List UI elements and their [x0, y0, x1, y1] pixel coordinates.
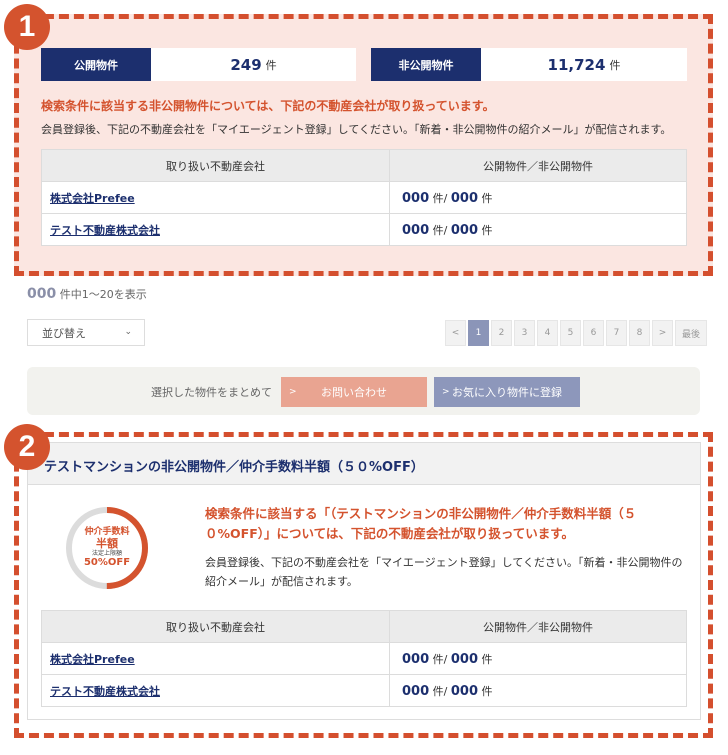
agent-link-test-realestate[interactable]: テスト不動産株式会社 — [50, 685, 160, 698]
page-4[interactable]: 4 — [537, 320, 558, 346]
private-count-cell: 000 — [450, 651, 478, 667]
page-6[interactable]: 6 — [583, 320, 604, 346]
private-label: 非公開物件 — [371, 48, 481, 81]
condition-notice-body: 会員登録後、下記の不動産会社を「マイエージェント登録」してください。「新着・非公… — [205, 556, 683, 589]
unit: 件 — [481, 652, 493, 666]
inquiry-button[interactable]: > お問い合わせ — [281, 377, 427, 407]
page-8[interactable]: 8 — [629, 320, 650, 346]
page-7[interactable]: 7 — [606, 320, 627, 346]
public-count-cell: 000 — [402, 683, 430, 699]
public-count-cell: 000 — [402, 222, 430, 238]
table-row: 株式会社Prefee 000 件/ 000 件 — [41, 181, 687, 214]
result-count-text: 件中1～20を表示 — [59, 288, 147, 301]
next-page-button[interactable]: > — [652, 320, 673, 346]
notice-heading: 検索条件に該当する非公開物件については、下記の不動産会社が取り扱っています。 — [41, 99, 495, 113]
public-count-cell: 000 — [402, 651, 430, 667]
unit: 件/ — [432, 652, 448, 666]
page-3[interactable]: 3 — [514, 320, 535, 346]
page-2[interactable]: 2 — [491, 320, 512, 346]
step-badge-2: 2 — [4, 424, 50, 470]
chevron-right-icon: > — [442, 387, 450, 397]
unit: 件/ — [432, 223, 448, 237]
bulk-action-caption: 選択した物件をまとめて — [151, 386, 272, 399]
result-count-number: 000 — [27, 286, 57, 302]
private-count-cell: 000 — [450, 683, 478, 699]
unit: 件 — [481, 191, 493, 205]
public-count-cell: 000 — [402, 190, 430, 206]
unit: 件/ — [432, 191, 448, 205]
discount-line2: 半額 — [96, 536, 118, 550]
pagination: < 1 2 3 4 5 6 7 8 > 最後 — [445, 320, 707, 346]
chevron-right-icon: > — [289, 387, 297, 397]
result-count: 000 件中1～20を表示 — [27, 286, 147, 302]
condition-notice-heading: 検索条件に該当する「（テストマンションの非公開物件／仲介手数料半額（５０%OFF… — [205, 506, 637, 541]
step-badge-1: 1 — [4, 4, 50, 50]
unit: 件 — [481, 223, 493, 237]
sort-label: 並び替え — [42, 326, 86, 340]
unit: 件 — [481, 684, 493, 698]
sort-dropdown[interactable]: 並び替え ⌄ — [27, 319, 145, 346]
last-page-button[interactable]: 最後 — [675, 320, 707, 346]
table-header-company: 取り扱い不動産会社 — [41, 610, 390, 643]
notice-body: 会員登録後、下記の不動産会社を「マイエージェント登録」してください。「新着・非公… — [41, 123, 672, 136]
private-count: 11,724 — [547, 55, 606, 74]
agent-link-prefee[interactable]: 株式会社Prefee — [50, 192, 135, 205]
private-count-cell: 000 — [450, 190, 478, 206]
table-header-row: 取り扱い不動産会社 公開物件／非公開物件 — [41, 610, 687, 643]
inquiry-label: お問い合わせ — [321, 386, 387, 399]
agent-link-prefee[interactable]: 株式会社Prefee — [50, 653, 135, 666]
table-header-row: 取り扱い不動産会社 公開物件／非公開物件 — [41, 149, 687, 182]
private-count-cell: 000 — [450, 222, 478, 238]
favorite-label: お気に入り物件に登録 — [452, 386, 562, 399]
condition-agent-table: 取り扱い不動産会社 公開物件／非公開物件 株式会社Prefee 000 件/ 0… — [41, 610, 687, 707]
discount-line4: 50%OFF — [83, 557, 131, 569]
chevron-down-icon: ⌄ — [124, 327, 132, 337]
prev-page-button[interactable]: < — [445, 320, 466, 346]
agent-link-test-realestate[interactable]: テスト不動産株式会社 — [50, 224, 160, 237]
table-row: テスト不動産株式会社 000 件/ 000 件 — [41, 674, 687, 707]
discount-badge: 仲介手数料 半額 法定上限額 50%OFF — [64, 505, 150, 591]
add-favorite-button[interactable]: > お気に入り物件に登録 — [434, 377, 580, 407]
agent-table: 取り扱い不動産会社 公開物件／非公開物件 株式会社Prefee 000 件/ 0… — [41, 149, 687, 246]
table-row: 株式会社Prefee 000 件/ 000 件 — [41, 642, 687, 675]
page-1[interactable]: 1 — [468, 320, 489, 346]
table-header-counts: 公開物件／非公開物件 — [389, 610, 687, 643]
condition-title: テストマンションの非公開物件／仲介手数料半額（５０%OFF） — [44, 460, 424, 475]
public-count-box: 公開物件 249 件 — [41, 48, 356, 81]
table-header-counts: 公開物件／非公開物件 — [389, 149, 687, 182]
unit: 件/ — [432, 684, 448, 698]
page-5[interactable]: 5 — [560, 320, 581, 346]
table-header-company: 取り扱い不動産会社 — [41, 149, 390, 182]
public-count: 249 — [230, 55, 262, 74]
discount-line3: 法定上限額 — [91, 549, 122, 557]
bulk-action-bar: 選択した物件をまとめて > お問い合わせ > お気に入り物件に登録 — [27, 367, 700, 415]
private-unit: 件 — [609, 58, 621, 72]
public-label: 公開物件 — [41, 48, 151, 81]
public-unit: 件 — [265, 58, 277, 72]
table-row: テスト不動産株式会社 000 件/ 000 件 — [41, 213, 687, 246]
private-count-box: 非公開物件 11,724 件 — [371, 48, 687, 81]
